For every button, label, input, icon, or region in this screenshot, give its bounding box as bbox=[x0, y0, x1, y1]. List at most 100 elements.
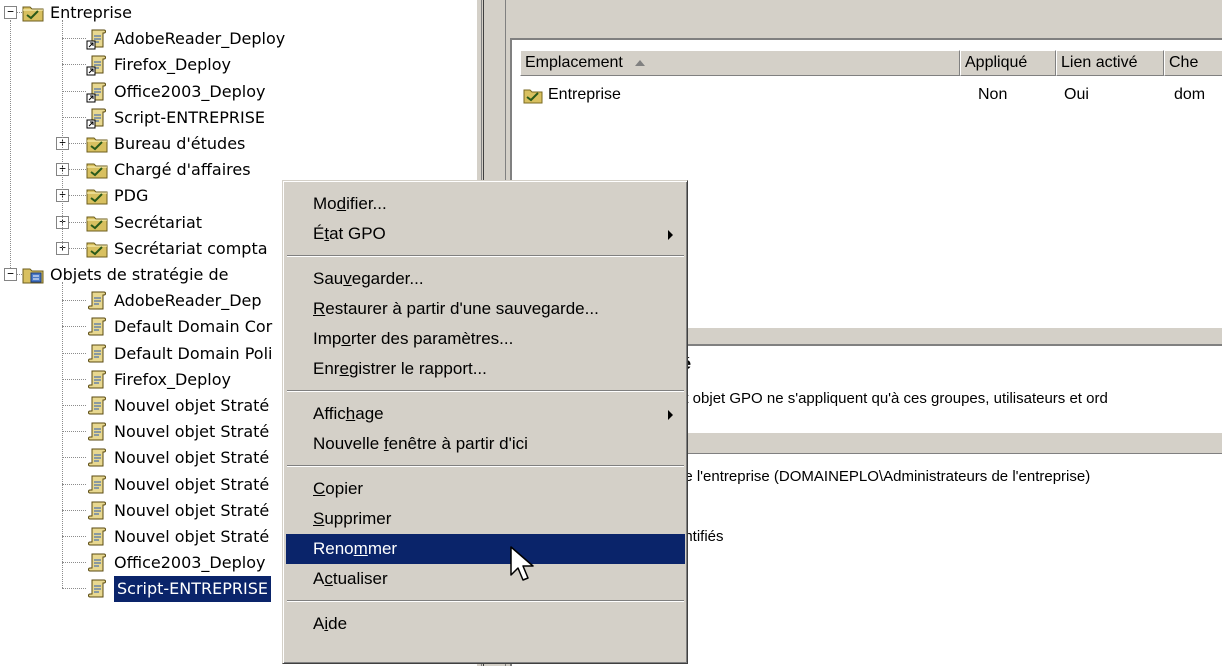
tree-connector bbox=[62, 509, 86, 511]
tree-item-label: AdobeReader_Dep bbox=[114, 291, 262, 311]
column-header-applied[interactable]: Appliqué bbox=[960, 50, 1056, 76]
column-header-link-enabled[interactable]: Lien activé bbox=[1056, 50, 1164, 76]
context-menu: Modifier... État GPO Sauvegarder... Restaur… bbox=[282, 180, 688, 664]
menu-item-label-part: A bbox=[313, 614, 325, 633]
gpo-scroll-icon bbox=[86, 552, 108, 574]
tree-item-label: Nouvel objet Straté bbox=[114, 422, 270, 442]
tree-connector bbox=[62, 300, 86, 302]
tree-connector bbox=[62, 20, 63, 248]
menu-item-label-part: Nouvelle bbox=[313, 434, 384, 453]
sort-ascending-icon bbox=[635, 59, 646, 66]
menu-separator bbox=[287, 390, 684, 392]
menu-item-restaurer-a-partir-d-une-sauvegarde[interactable]: Restaurer à partir d'une sauvegarde... bbox=[286, 294, 685, 324]
tree-connector bbox=[62, 64, 86, 66]
gpo-link-icon bbox=[86, 107, 108, 129]
menu-item-actualiser[interactable]: Actualiser bbox=[286, 564, 685, 594]
tree-connector bbox=[69, 143, 86, 144]
menu-item-accelerator: c bbox=[324, 569, 333, 588]
tree-item-label: Secrétariat compta bbox=[114, 238, 268, 258]
tree-item-label: Nouvel objet Straté bbox=[114, 448, 270, 468]
ou-folder-icon bbox=[86, 159, 108, 181]
menu-item-label-part: opier bbox=[325, 479, 364, 498]
menu-item-label-part: at GPO bbox=[329, 224, 386, 243]
menu-item-accelerator: C bbox=[313, 479, 326, 498]
gpo-scroll-icon bbox=[86, 290, 108, 312]
menu-item-label-part: rter des paramètres... bbox=[350, 329, 514, 348]
menu-item-label-part: tualiser bbox=[332, 569, 388, 588]
tree-item-label: Bureau d'études bbox=[114, 134, 246, 153]
menu-item-label-part: de bbox=[328, 614, 348, 633]
gpo-scroll-icon bbox=[86, 578, 108, 600]
menu-item-label-part: Enr bbox=[313, 359, 340, 378]
menu-item-nouvelle-fenetre-a-partir-d-ici[interactable]: Nouvelle fenêtre à partir d'ici bbox=[286, 429, 685, 459]
tree-item-label: Firefox_Deploy bbox=[114, 55, 231, 75]
tree-item-label: Nouvel objet Straté bbox=[114, 500, 270, 520]
menu-item-label-part: gistrer le rapport... bbox=[348, 359, 487, 378]
menu-item-enregistrer-le-rapport[interactable]: Enregistrer le rapport... bbox=[286, 354, 685, 384]
menu-item-accelerator: m bbox=[353, 539, 368, 558]
menu-item-label-part: egarder... bbox=[351, 269, 424, 288]
menu-item-sauvegarder[interactable]: Sauvegarder... bbox=[286, 264, 685, 294]
menu-item-accelerator: o bbox=[341, 329, 351, 348]
menu-separator bbox=[287, 600, 684, 602]
tree-connector bbox=[62, 588, 86, 590]
gpo-scroll-icon bbox=[86, 395, 108, 417]
tree-connector bbox=[69, 169, 86, 171]
menu-item-copier[interactable]: Copier bbox=[286, 474, 685, 504]
menu-item-accelerator: R bbox=[313, 299, 326, 318]
tree-connector bbox=[62, 431, 86, 433]
tree-connector bbox=[62, 38, 86, 40]
menu-item-label-part: Mo bbox=[313, 194, 337, 213]
gpo-scroll-icon bbox=[86, 421, 108, 443]
menu-item-label-part: ifier... bbox=[346, 194, 387, 213]
menu-item-etat-gpo[interactable]: État GPO bbox=[286, 219, 685, 249]
tree-connector bbox=[62, 352, 86, 354]
tree-connector bbox=[69, 247, 86, 249]
column-header-path[interactable]: Che bbox=[1164, 50, 1222, 76]
menu-item-renommer[interactable]: Renommer bbox=[286, 534, 685, 564]
tree-item-label: Office2003_Deploy bbox=[114, 553, 266, 573]
gpo-scroll-icon bbox=[86, 526, 108, 548]
tree-item-label: Secrétariat bbox=[114, 212, 203, 232]
collapse-icon[interactable]: − bbox=[4, 268, 17, 281]
submenu-arrow-icon bbox=[668, 410, 673, 420]
menu-item-label-part: age bbox=[355, 404, 384, 423]
menu-separator bbox=[287, 255, 684, 257]
menu-item-affichage[interactable]: Affichage bbox=[286, 399, 685, 429]
menu-item-accelerator: e bbox=[339, 359, 349, 378]
column-header-location[interactable]: Emplacement bbox=[520, 50, 960, 76]
menu-item-label-part: Sau bbox=[313, 269, 344, 288]
menu-item-label-part: É bbox=[313, 224, 325, 243]
menu-item-importer-des-parametres[interactable]: Importer des paramètres... bbox=[286, 324, 685, 354]
ou-folder-icon bbox=[86, 238, 108, 260]
menu-item-aide[interactable]: Aide bbox=[286, 609, 685, 639]
tree-connector bbox=[62, 536, 86, 537]
tree-connector bbox=[10, 20, 11, 268]
gpo-scroll-icon bbox=[86, 316, 108, 338]
tree-connector bbox=[62, 116, 86, 118]
menu-item-supprimer[interactable]: Supprimer bbox=[286, 504, 685, 534]
tree-item-label: Nouvel objet Straté bbox=[114, 527, 270, 546]
menu-item-label-part: Imp bbox=[313, 329, 342, 348]
menu-item-modifier[interactable]: Modifier... bbox=[286, 189, 685, 219]
tree-connector bbox=[69, 195, 86, 197]
tree-item-label: Script-ENTREPRISE bbox=[114, 107, 266, 127]
ou-folder-icon bbox=[522, 84, 544, 111]
gpo-scroll-icon bbox=[86, 343, 108, 365]
tree-connector bbox=[69, 221, 86, 223]
column-header-location-label: Emplacement bbox=[525, 54, 623, 71]
menu-separator bbox=[287, 465, 684, 467]
cell-link-enabled: Oui bbox=[1064, 86, 1089, 103]
tree-connector bbox=[62, 483, 86, 485]
gpo-scroll-icon bbox=[86, 500, 108, 522]
cell-location: Entreprise bbox=[548, 86, 621, 103]
tree-item-label: Nouvel objet Straté bbox=[114, 474, 270, 494]
security-filter-entry[interactable]: de l'entreprise (DOMAINEPLO\Administrate… bbox=[676, 468, 1090, 485]
gpo-scroll-icon bbox=[86, 369, 108, 391]
collapse-icon[interactable]: − bbox=[4, 6, 17, 19]
tree-item-label: Script-ENTREPRISE bbox=[112, 575, 273, 604]
menu-item-label-part: mer bbox=[367, 539, 398, 558]
tree-item-label: Default Domain Poli bbox=[114, 343, 273, 363]
gpo-link-icon bbox=[86, 54, 108, 76]
mouse-pointer-icon bbox=[510, 546, 534, 581]
